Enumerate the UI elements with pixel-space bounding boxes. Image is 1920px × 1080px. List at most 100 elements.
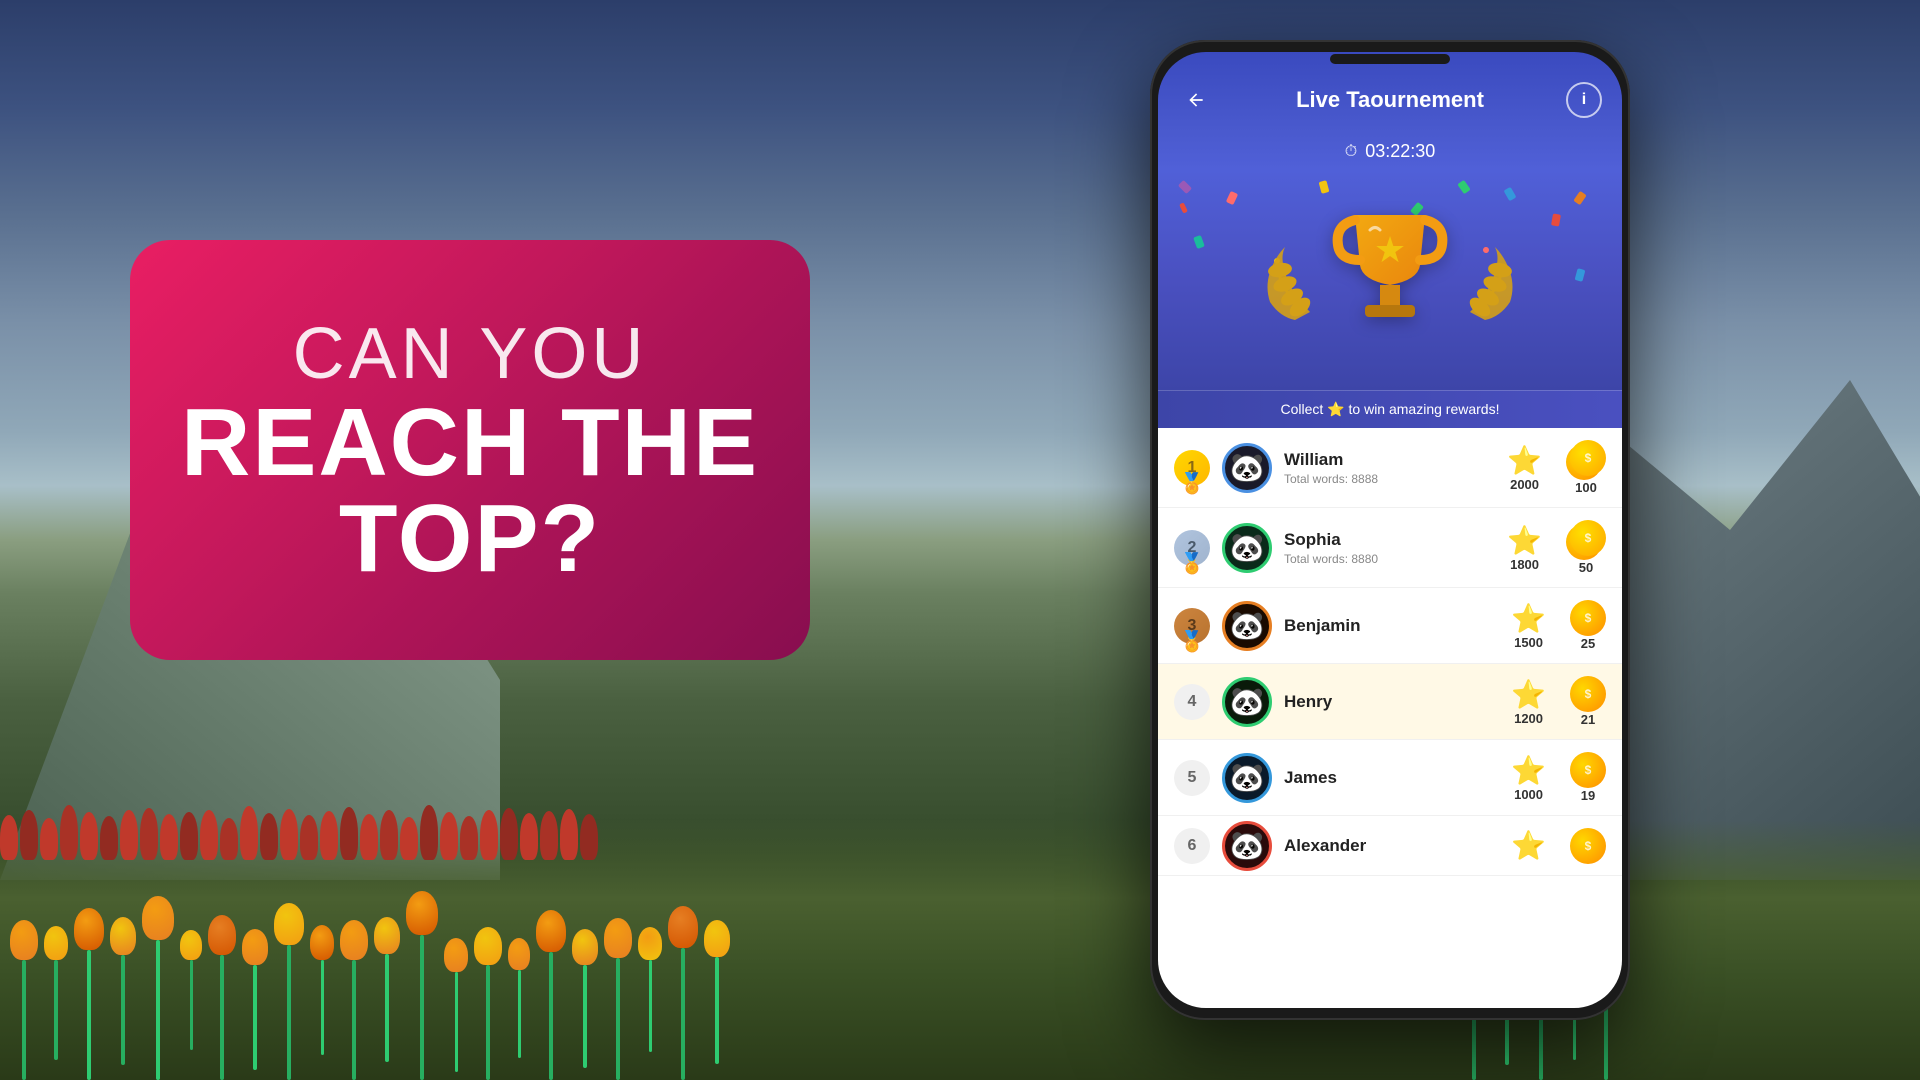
phone-notch (1330, 54, 1450, 64)
player-name-6: Alexander (1284, 836, 1499, 856)
app-header: Live Taournement i (1158, 52, 1622, 133)
timer-value: 03:22:30 (1365, 141, 1435, 162)
rank-number-5: 5 (1188, 769, 1197, 787)
coin-stack-2: $ $ (1566, 520, 1606, 560)
info-button[interactable]: i (1566, 82, 1602, 118)
rank-badge-6: 6 (1174, 828, 1210, 864)
star-icon-3: ⭐ (1511, 602, 1546, 635)
star-score-2: ⭐ 1800 (1507, 524, 1542, 572)
coin-area-2: $ $ 50 (1566, 520, 1606, 575)
leaderboard-row-5: 5 🐼 James ⭐ 1000 $ 19 (1158, 740, 1622, 816)
coin-num-5: 19 (1581, 788, 1595, 803)
star-score-5: ⭐ 1000 (1511, 754, 1546, 802)
coin-area-1: $ $ 100 (1566, 440, 1606, 495)
star-icon-1: ⭐ (1507, 444, 1542, 477)
leaderboard-row-6: 6 🐼 Alexander ⭐ $ (1158, 816, 1622, 876)
header-title: Live Taournement (1214, 87, 1566, 113)
avatar-2: 🐼 (1222, 523, 1272, 573)
timer-icon: ⏱ (1345, 143, 1357, 161)
player-info-2: Sophia Total words: 8880 (1284, 530, 1495, 566)
leaderboard-row-3: 3 🏅 🐼 Benjamin ⭐ 1500 $ (1158, 588, 1622, 664)
back-button[interactable] (1178, 82, 1214, 118)
trophy-section: ★ (1158, 170, 1622, 390)
coin-area-6: $ (1570, 828, 1606, 864)
medal-icon-2: 🏅 (1180, 551, 1205, 576)
coin-area-3: $ 25 (1570, 600, 1606, 651)
avatar-5: 🐼 (1222, 753, 1272, 803)
star-icon-5: ⭐ (1511, 754, 1546, 787)
coin-area-5: $ 19 (1570, 752, 1606, 803)
leaderboard-row-1: 1 🏅 🐼 William Total words: 8888 ⭐ 2000 (1158, 428, 1622, 508)
player-info-3: Benjamin (1284, 616, 1499, 636)
player-name-4: Henry (1284, 692, 1499, 712)
star-icon-4: ⭐ (1511, 678, 1546, 711)
phone-container: Live Taournement i ⏱ 03:22:30 (1150, 40, 1630, 1020)
avatar-6: 🐼 (1222, 821, 1272, 871)
trophy-icon: ★ (1330, 200, 1450, 345)
banner-line3: TOP? (339, 491, 601, 587)
laurel-left-icon (1250, 242, 1320, 335)
rank-number-6: 6 (1188, 837, 1197, 855)
score-num-3: 1500 (1514, 635, 1543, 650)
leaderboard-row-4: 4 🐼 Henry ⭐ 1200 $ 21 (1158, 664, 1622, 740)
avatar-4: 🐼 (1222, 677, 1272, 727)
player-name-1: William (1284, 450, 1495, 470)
coin-num-3: 25 (1581, 636, 1595, 651)
coin-icon-6: $ (1570, 828, 1606, 864)
rank-number-1: 1 (1188, 459, 1197, 477)
timer-bar: ⏱ 03:22:30 (1158, 133, 1622, 170)
rank-number-3: 3 (1188, 617, 1197, 635)
coin-area-4: $ 21 (1570, 676, 1606, 727)
star-score-4: ⭐ 1200 (1511, 678, 1546, 726)
star-score-3: ⭐ 1500 (1511, 602, 1546, 650)
collect-bar: Collect ⭐ to win amazing rewards! (1158, 390, 1622, 428)
avatar-3: 🐼 (1222, 601, 1272, 651)
star-icon-2: ⭐ (1507, 524, 1542, 557)
score-num-1: 2000 (1510, 477, 1539, 492)
player-info-6: Alexander (1284, 836, 1499, 856)
medal-icon-3: 🏅 (1180, 629, 1205, 654)
yellow-tulips-area (0, 760, 1120, 1080)
phone-frame: Live Taournement i ⏱ 03:22:30 (1150, 40, 1630, 1020)
player-info-1: William Total words: 8888 (1284, 450, 1495, 486)
coin-stack-1: $ $ (1566, 440, 1606, 480)
player-words-1: Total words: 8888 (1284, 472, 1495, 486)
left-banner: CAN YOU REACH THE TOP? (130, 240, 810, 660)
coin-num-1: 100 (1575, 480, 1597, 495)
coin-icon-3: $ (1570, 600, 1606, 636)
banner-line1: CAN YOU (293, 313, 648, 395)
trophy-group: ★ (1250, 200, 1530, 345)
rank-badge-4: 4 (1174, 684, 1210, 720)
rank-badge-1: 1 🏅 (1174, 450, 1210, 486)
player-name-2: Sophia (1284, 530, 1495, 550)
player-name-3: Benjamin (1284, 616, 1499, 636)
coin-num-4: 21 (1581, 712, 1595, 727)
laurel-right-icon (1460, 242, 1530, 335)
star-icon-6: ⭐ (1511, 829, 1546, 862)
coin-icon-5: $ (1570, 752, 1606, 788)
player-info-4: Henry (1284, 692, 1499, 712)
rank-number-2: 2 (1188, 539, 1197, 557)
coin-icon-4: $ (1570, 676, 1606, 712)
svg-text:★: ★ (1374, 229, 1406, 270)
info-icon: i (1582, 91, 1586, 109)
avatar-1: 🐼 (1222, 443, 1272, 493)
star-score-1: ⭐ 2000 (1507, 444, 1542, 492)
star-score-6: ⭐ (1511, 829, 1546, 862)
score-num-4: 1200 (1514, 711, 1543, 726)
leaderboard-row-2: 2 🏅 🐼 Sophia Total words: 8880 ⭐ 1800 (1158, 508, 1622, 588)
medal-icon-1: 🏅 (1180, 471, 1205, 496)
trophy-wrapper: ★ (1330, 200, 1450, 345)
rank-badge-5: 5 (1174, 760, 1210, 796)
rank-badge-3: 3 🏅 (1174, 608, 1210, 644)
banner-line2: REACH THE (181, 395, 759, 491)
app-content: Live Taournement i ⏱ 03:22:30 (1158, 52, 1622, 1008)
leaderboard: 1 🏅 🐼 William Total words: 8888 ⭐ 2000 (1158, 428, 1622, 1008)
coin-num-2: 50 (1579, 560, 1593, 575)
rank-badge-2: 2 🏅 (1174, 530, 1210, 566)
player-name-5: James (1284, 768, 1499, 788)
player-words-2: Total words: 8880 (1284, 552, 1495, 566)
collect-text: Collect ⭐ to win amazing rewards! (1281, 401, 1500, 417)
player-info-5: James (1284, 768, 1499, 788)
score-num-2: 1800 (1510, 557, 1539, 572)
